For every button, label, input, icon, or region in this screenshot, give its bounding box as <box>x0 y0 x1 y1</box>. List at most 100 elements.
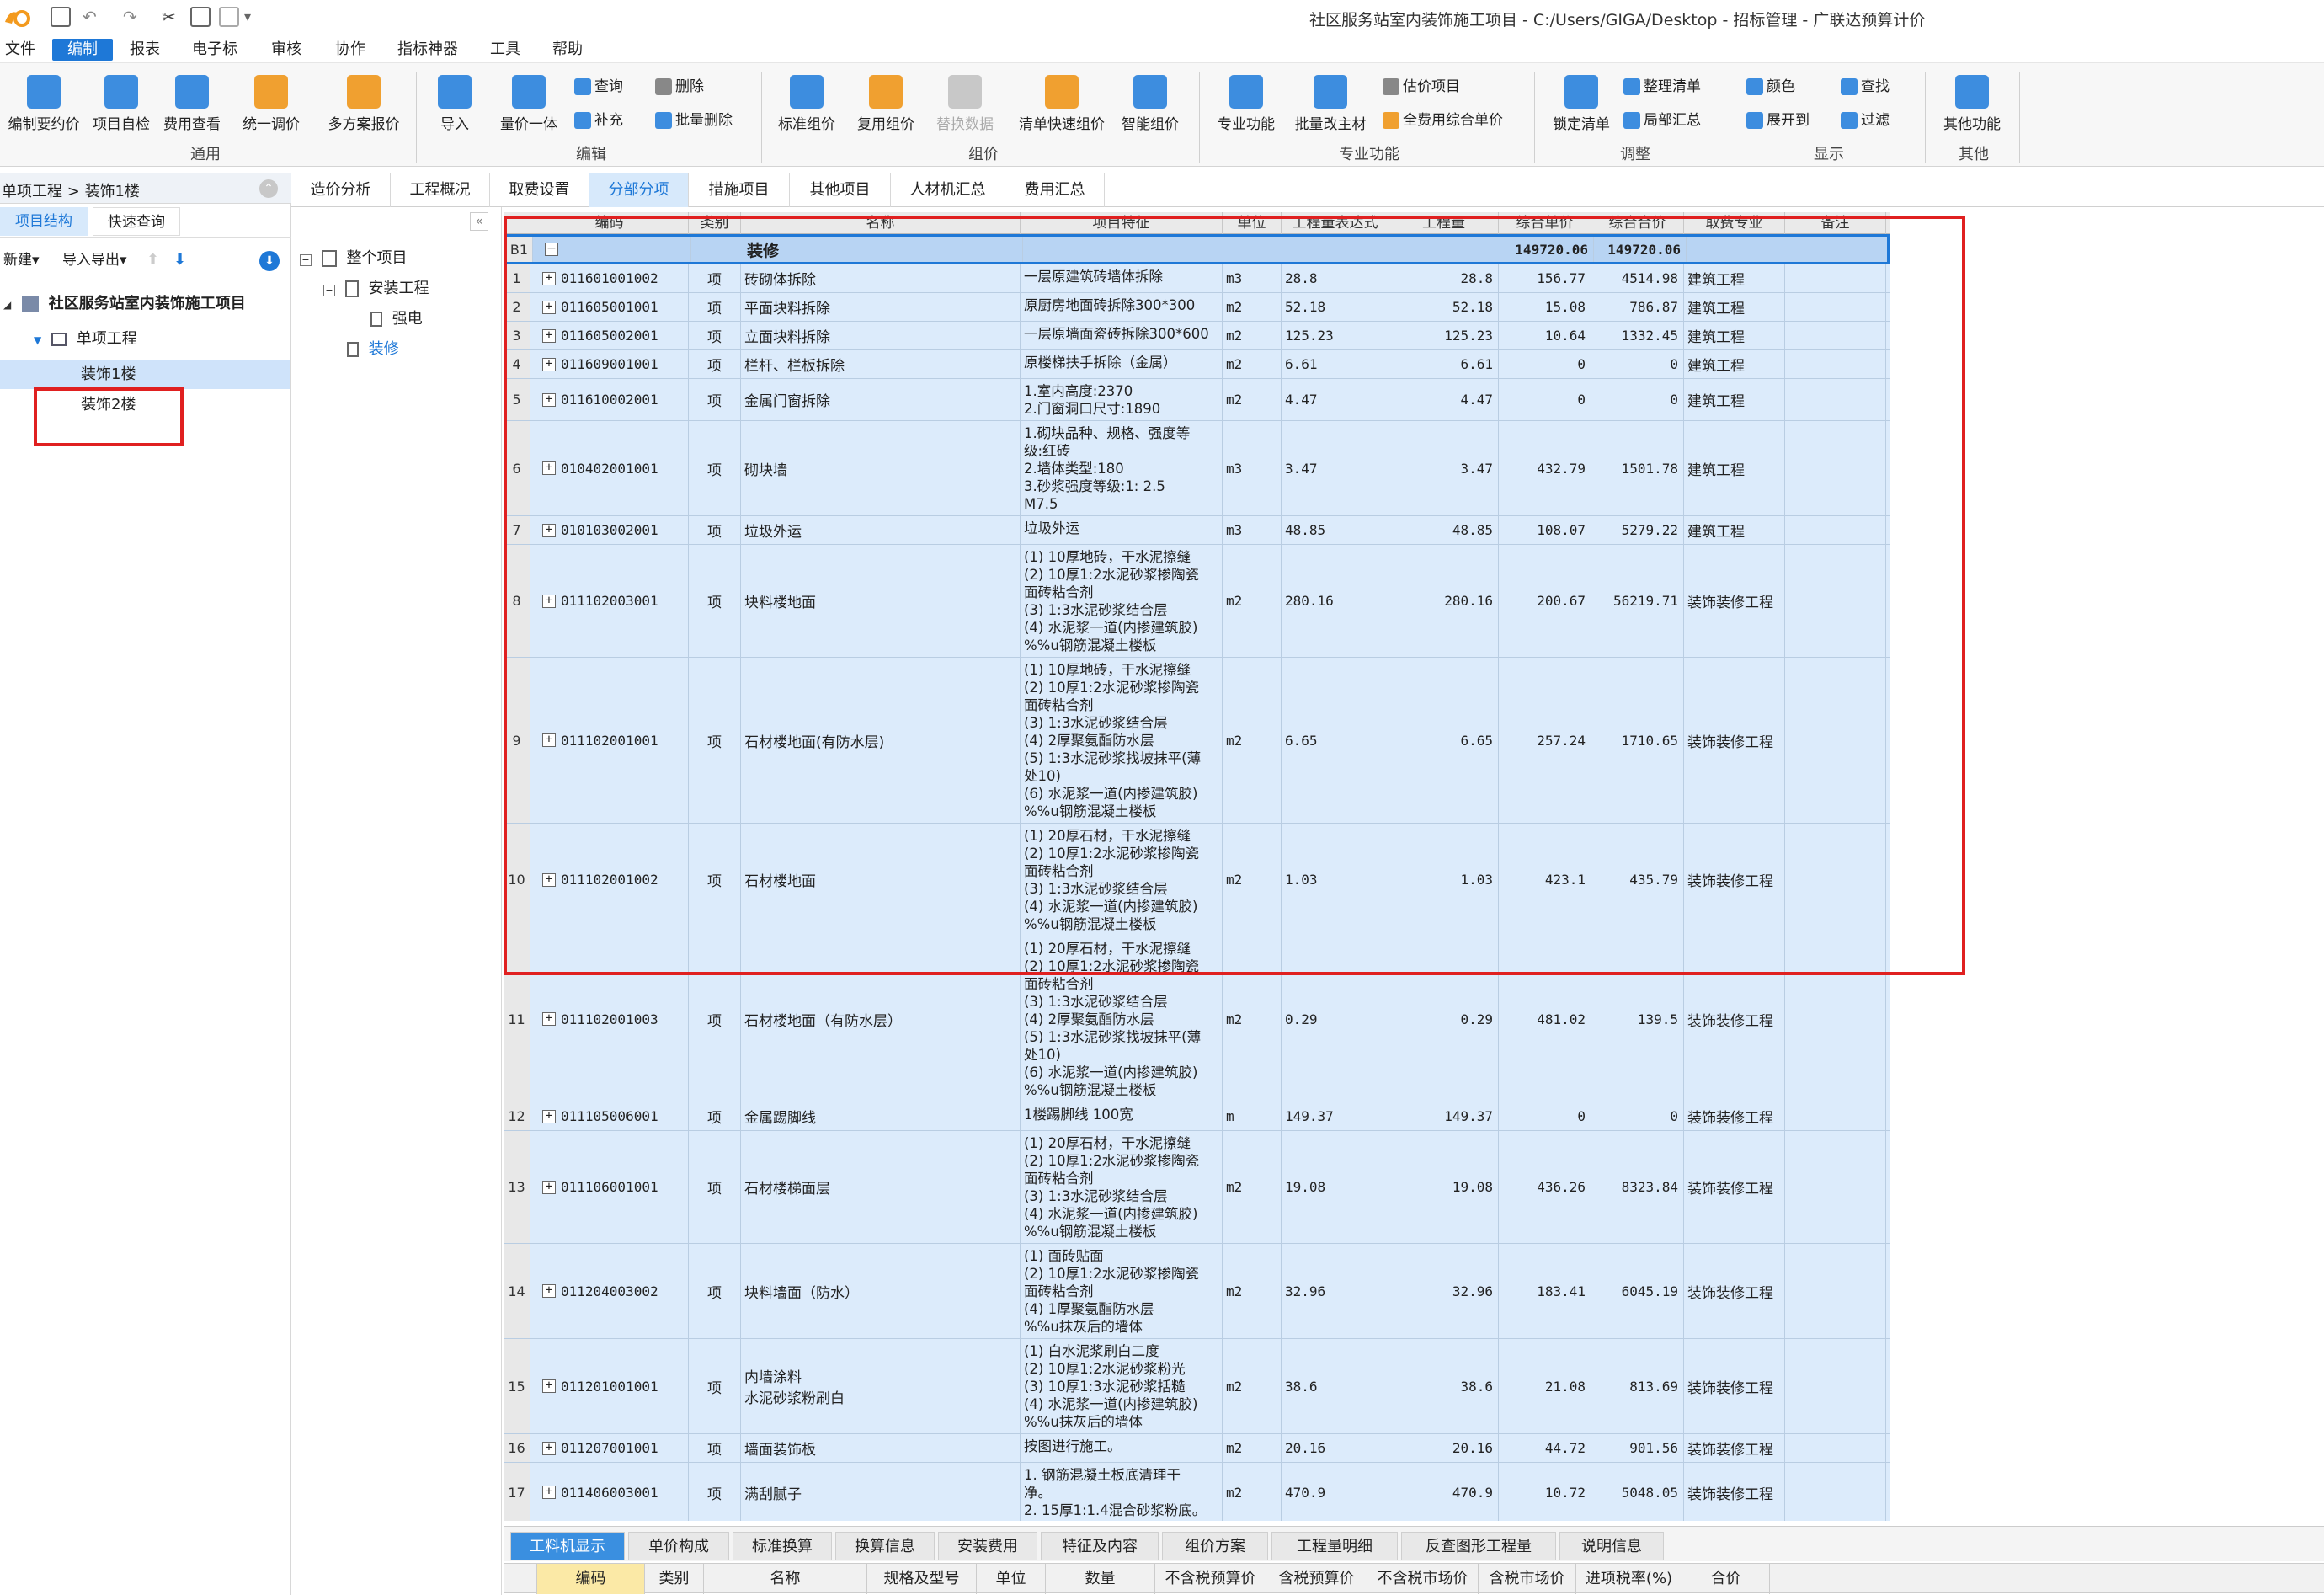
cell-total-price[interactable]: 5279.22 <box>1591 516 1684 544</box>
table-row[interactable]: 5 +011610002001 项 金属门窗拆除 1.室内高度:2370 2.门窗洞口尺… <box>504 379 1890 421</box>
table-row[interactable]: 13 +011106001001 项 石材楼梯面层 (1) 20厚石材，干水泥擦缝 (2… <box>504 1131 1890 1244</box>
cell-name[interactable]: 石材楼地面 <box>741 824 1021 936</box>
cell-unit-price[interactable]: 200.67 <box>1499 545 1591 657</box>
cell-code[interactable]: +011102001001 <box>530 658 689 823</box>
cell-remarks[interactable] <box>1785 1463 1886 1521</box>
download-icon[interactable]: ⬇ <box>259 251 280 271</box>
expand-icon[interactable]: + <box>542 271 556 285</box>
collapse-icon[interactable]: − <box>545 243 558 256</box>
tab-project-overview[interactable]: 工程概况 <box>391 173 490 207</box>
menu-review[interactable]: 审核 <box>266 39 306 61</box>
cell-unit-price[interactable]: 21.08 <box>1499 1339 1591 1433</box>
collapse-up-icon[interactable]: ⌃ <box>259 179 278 198</box>
cell-type[interactable]: 项 <box>689 421 741 515</box>
supplement-button[interactable]: 补充 <box>574 109 623 132</box>
cell-feature[interactable]: 按图进行施工。 <box>1021 1434 1223 1462</box>
cell-feature[interactable]: (1) 20厚石材，干水泥擦缝 (2) 10厚1:2水泥砂浆掺陶瓷 面砖粘合剂 … <box>1021 936 1223 1102</box>
cell-total-price[interactable]: 1332.45 <box>1591 322 1684 349</box>
cell-fee-specialty[interactable]: 装饰装修工程 <box>1684 1434 1785 1462</box>
batch-delete-button[interactable]: 批量删除 <box>655 109 733 132</box>
tab-sub-items[interactable]: 分部分项 <box>589 173 689 207</box>
header-name[interactable]: 名称 <box>741 212 1021 234</box>
tab-fee-settings[interactable]: 取费设置 <box>490 173 589 207</box>
cell-unit-price[interactable]: 0 <box>1499 350 1591 378</box>
cell-fee-specialty[interactable]: 装饰装修工程 <box>1684 1463 1785 1521</box>
cell-qty[interactable]: 52.18 <box>1389 293 1499 321</box>
bottom-header-market-price-incl-tax[interactable]: 含税市场价 <box>1479 1564 1576 1594</box>
menu-edit[interactable]: 编制 <box>52 39 113 61</box>
cell-qty-expression[interactable]: 19.08 <box>1282 1131 1389 1243</box>
cell-total-price[interactable]: 139.5 <box>1591 936 1684 1102</box>
expand-icon[interactable]: + <box>542 300 556 314</box>
table-row[interactable]: 15 +011201001001 项 内墙涂料 水泥砂浆粉刷白 (1) 白水泥浆刷白二度… <box>504 1339 1890 1434</box>
cell-code[interactable]: +011204003002 <box>530 1244 689 1338</box>
cell-qty[interactable]: 149.37 <box>1389 1102 1499 1130</box>
cell-remarks[interactable] <box>1785 1102 1886 1130</box>
cell-qty[interactable]: 4.47 <box>1389 379 1499 420</box>
cell-name[interactable]: 砌块墙 <box>741 421 1021 515</box>
cell-type[interactable]: 项 <box>689 1434 741 1462</box>
cell-unit[interactable]: m <box>1223 1102 1282 1130</box>
header-fee-specialty[interactable]: 取费专业 <box>1684 212 1785 234</box>
cell-qty-expression[interactable]: 4.47 <box>1282 379 1389 420</box>
cell-unit-price[interactable]: 436.26 <box>1499 1131 1591 1243</box>
cell-qty-expression[interactable]: 125.23 <box>1282 322 1389 349</box>
cell-code[interactable]: +011207001001 <box>530 1434 689 1462</box>
cell-total-price[interactable]: 0 <box>1591 350 1684 378</box>
section-decoration-node[interactable]: 装修 <box>347 335 399 364</box>
organize-list-button[interactable]: 整理清单 <box>1623 75 1701 99</box>
cell-unit[interactable]: m2 <box>1223 1339 1282 1433</box>
cell-name[interactable]: 立面块料拆除 <box>741 322 1021 349</box>
section-install-node[interactable]: − 安装工程 <box>323 275 429 303</box>
cell-fee-specialty[interactable]: 装饰装修工程 <box>1684 1244 1785 1338</box>
group-unit-price[interactable]: 149720.06 <box>1501 237 1594 262</box>
batch-main-material-button[interactable]: 批量改主材 <box>1287 75 1374 134</box>
cell-qty[interactable]: 38.6 <box>1389 1339 1499 1433</box>
cell-qty-expression[interactable]: 6.61 <box>1282 350 1389 378</box>
cell-qty[interactable]: 48.85 <box>1389 516 1499 544</box>
header-qty-expression[interactable]: 工程量表达式 <box>1282 212 1389 234</box>
tab-conversion-info[interactable]: 换算信息 <box>835 1532 935 1560</box>
cell-feature[interactable]: 一层原墙面瓷砖拆除300*600 <box>1021 322 1223 349</box>
cell-fee-specialty[interactable]: 建筑工程 <box>1684 421 1785 515</box>
cell-total-price[interactable]: 5048.05 <box>1591 1463 1684 1521</box>
cell-remarks[interactable] <box>1785 264 1886 292</box>
tab-labor-material-summary[interactable]: 人材机汇总 <box>891 173 1005 207</box>
tab-description-info[interactable]: 说明信息 <box>1559 1532 1664 1560</box>
cell-total-price[interactable]: 0 <box>1591 379 1684 420</box>
estimate-item-button[interactable]: 估价项目 <box>1383 75 1460 99</box>
cell-qty-expression[interactable]: 6.65 <box>1282 658 1389 823</box>
cell-code[interactable]: +011609001001 <box>530 350 689 378</box>
cell-qty[interactable]: 32.96 <box>1389 1244 1499 1338</box>
cell-type[interactable]: 项 <box>689 936 741 1102</box>
cell-qty-expression[interactable]: 52.18 <box>1282 293 1389 321</box>
cell-total-price[interactable]: 901.56 <box>1591 1434 1684 1462</box>
cell-remarks[interactable] <box>1785 1339 1886 1433</box>
cell-name[interactable]: 平面块料拆除 <box>741 293 1021 321</box>
cell-fee-specialty[interactable]: 建筑工程 <box>1684 293 1785 321</box>
cell-unit[interactable]: m2 <box>1223 1434 1282 1462</box>
new-button[interactable]: 新建▾ <box>3 246 40 275</box>
qty-price-button[interactable]: 量价一体 <box>485 75 573 134</box>
tab-measures[interactable]: 措施项目 <box>689 173 790 207</box>
cell-name[interactable]: 石材楼地面（有防水层） <box>741 936 1021 1102</box>
lock-list-button[interactable]: 锁定清单 <box>1538 75 1625 134</box>
group-total[interactable]: 149720.06 <box>1594 237 1687 262</box>
cell-unit[interactable]: m2 <box>1223 322 1282 349</box>
tab-standard-conversion[interactable]: 标准换算 <box>733 1532 832 1560</box>
cell-type[interactable]: 项 <box>689 824 741 936</box>
header-type[interactable]: 类别 <box>689 212 741 234</box>
professional-button[interactable]: 专业功能 <box>1202 75 1290 134</box>
cell-code[interactable]: +011605002001 <box>530 322 689 349</box>
cell-unit-price[interactable]: 257.24 <box>1499 658 1591 823</box>
cell-name[interactable]: 砖砌体拆除 <box>741 264 1021 292</box>
cell-qty[interactable]: 6.61 <box>1389 350 1499 378</box>
unified-adjust-button[interactable]: 统一调价 <box>227 75 315 134</box>
cell-feature[interactable]: (1) 20厚石材，干水泥擦缝 (2) 10厚1:2水泥砂浆掺陶瓷 面砖粘合剂 … <box>1021 1131 1223 1243</box>
cell-unit-price[interactable]: 44.72 <box>1499 1434 1591 1462</box>
tab-project-structure[interactable]: 项目结构 <box>0 207 88 236</box>
copy-icon[interactable] <box>190 7 211 27</box>
cell-qty[interactable]: 1.03 <box>1389 824 1499 936</box>
cell-unit[interactable]: m2 <box>1223 1463 1282 1521</box>
cell-unit[interactable]: m2 <box>1223 936 1282 1102</box>
